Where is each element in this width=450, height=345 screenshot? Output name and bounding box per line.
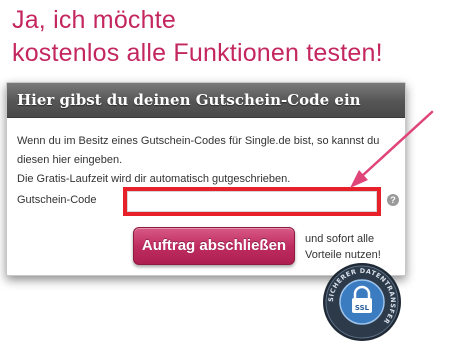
voucher-code-highlight [123,187,381,216]
panel-title: Hier gibst du deinen Gutschein-Code ein [17,91,361,109]
voucher-info-text: Wenn du im Besitz eines Gutschein-Codes … [17,135,380,166]
complete-order-button[interactable]: Auftrag abschließen [133,227,295,265]
page-headline: Ja, ich möchte kostenlos alle Funktionen… [12,4,442,70]
headline-line-1: Ja, ich möchte [12,6,176,34]
seal-ssl-text: SSL [355,304,370,312]
benefits-text: und sofort alle Vorteile nutzen! [305,233,381,261]
question-mark-icon[interactable]: ? [387,194,399,206]
voucher-code-input[interactable] [127,191,377,212]
panel-body: Wenn du im Besitz eines Gutschein-Codes … [7,118,405,189]
ssl-seal: SICHERER DATENTRANSFER SSL [323,263,401,341]
voucher-code-label: Gutschein-Code [17,194,97,206]
panel-header: Hier gibst du deinen Gutschein-Code ein [7,83,405,118]
headline-line-2: kostenlos alle Funktionen testen! [12,39,383,67]
voucher-code-row: Gutschein-Code ? [17,187,403,216]
voucher-panel: Hier gibst du deinen Gutschein-Code ein … [6,82,406,276]
